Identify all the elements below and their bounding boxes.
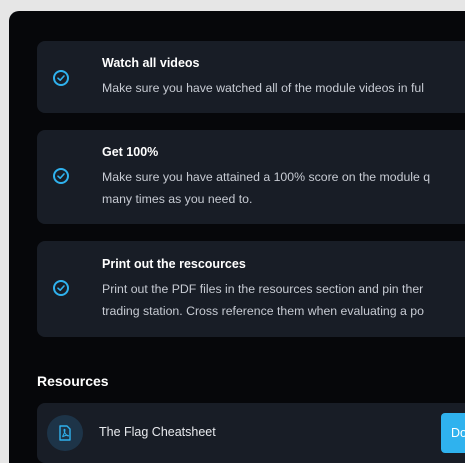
pdf-file-icon <box>47 415 83 451</box>
checklist-item-title: Get 100% <box>102 145 159 159</box>
checklist-item-print-resources: Print out the rescources Print out the P… <box>37 241 465 337</box>
checklist-item-description: many times as you need to. <box>102 192 253 206</box>
module-completion-panel: Watch all videos Make sure you have watc… <box>9 11 465 463</box>
resources-heading: Resources <box>37 373 109 389</box>
download-button[interactable]: Do <box>441 413 465 453</box>
check-circle-icon <box>53 280 69 296</box>
checklist-item-description: Print out the PDF files in the resources… <box>102 282 424 296</box>
resource-item[interactable]: The Flag Cheatsheet Do <box>37 403 465 463</box>
checklist-item-description: Make sure you have attained a 100% score… <box>102 170 431 184</box>
check-circle-icon <box>53 70 69 86</box>
checklist-item-title: Print out the rescources <box>102 257 246 271</box>
resource-title: The Flag Cheatsheet <box>99 425 216 439</box>
checklist-item-watch-videos: Watch all videos Make sure you have watc… <box>37 41 465 113</box>
checklist-item-description: trading station. Cross reference them wh… <box>102 304 424 318</box>
checklist-item-title: Watch all videos <box>102 56 200 70</box>
checklist-item-description: Make sure you have watched all of the mo… <box>102 81 424 95</box>
checklist-item-get-100: Get 100% Make sure you have attained a 1… <box>37 130 465 224</box>
check-circle-icon <box>53 168 69 184</box>
